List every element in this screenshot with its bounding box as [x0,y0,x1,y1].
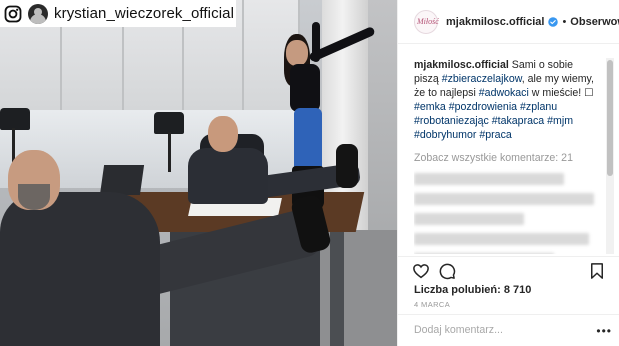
laptop [99,165,145,195]
hashtag-link[interactable]: #pozdrowienia [449,101,517,113]
follow-button[interactable]: Obserwowa [570,16,619,28]
overlay-username: krystian_wieczorek_official [54,5,234,22]
blurred-comment [414,173,564,185]
view-all-comments-link[interactable]: Zobacz wszystkie komentarze: 21 [414,151,599,165]
verified-badge-icon [548,16,559,27]
add-comment-placeholder: Dodaj komentarz... [414,324,503,336]
blurred-comment [414,213,524,225]
hashtag-link[interactable]: #praca [479,129,511,141]
hashtag-link[interactable]: #zbieraczelajkow [442,73,522,85]
more-options-icon[interactable]: ••• [596,324,612,338]
blurred-comment [414,193,594,205]
caption-text: Sami o sobie piszą #zbieraczelajkow, ale… [414,59,594,141]
bookmark-icon[interactable] [588,262,606,280]
scrollbar-thumb[interactable] [607,60,613,176]
hashtag-link[interactable]: #takapraca [492,115,544,127]
post-actions [398,256,619,284]
hashtag-link[interactable]: #robotaniezając [414,115,489,127]
instagram-icon [4,5,22,22]
separator-dot: • [562,15,567,28]
comment-icon[interactable] [438,262,456,280]
blurred-comment [414,253,554,254]
desk-lamp [0,108,30,130]
post-photo[interactable]: krystian_wieczorek_official [0,0,397,346]
account-avatar[interactable]: Miłość [414,9,439,34]
comments-list[interactable]: mjakmilosc.official Sami o sobie piszą #… [414,58,599,254]
photo-username-overlay: krystian_wieczorek_official [0,0,236,27]
hashtag-link[interactable]: #zplanu [520,101,557,113]
blurred-comment [414,233,589,245]
likes-count[interactable]: Liczba polubień: 8 710 [414,284,531,296]
hashtag-link[interactable]: #dobryhumor [414,129,476,141]
post-date: 4 MARCA [414,300,451,309]
heart-icon[interactable] [412,262,430,280]
avatar [28,3,48,24]
post-panel: Miłość mjakmilosc.official • Obserwowa m… [397,0,619,346]
hashtag-link[interactable]: #mjm [547,115,573,127]
post-header: Miłość mjakmilosc.official • Obserwowa [398,0,619,44]
hashtag-link[interactable]: #emka [414,101,446,113]
add-comment-input[interactable]: Dodaj komentarz... ••• [398,314,619,346]
caption: mjakmilosc.official Sami o sobie piszą #… [414,58,599,142]
desk-lamp [154,112,184,134]
avatar-logo-text: Miłość [417,16,439,26]
hashtag-link[interactable]: #adwokaci [479,87,529,99]
caption-username-link[interactable]: mjakmilosc.official [414,59,509,71]
caption-segment: w mieście! ☐ [528,87,594,99]
header-username-link[interactable]: mjakmilosc.official [446,16,544,28]
